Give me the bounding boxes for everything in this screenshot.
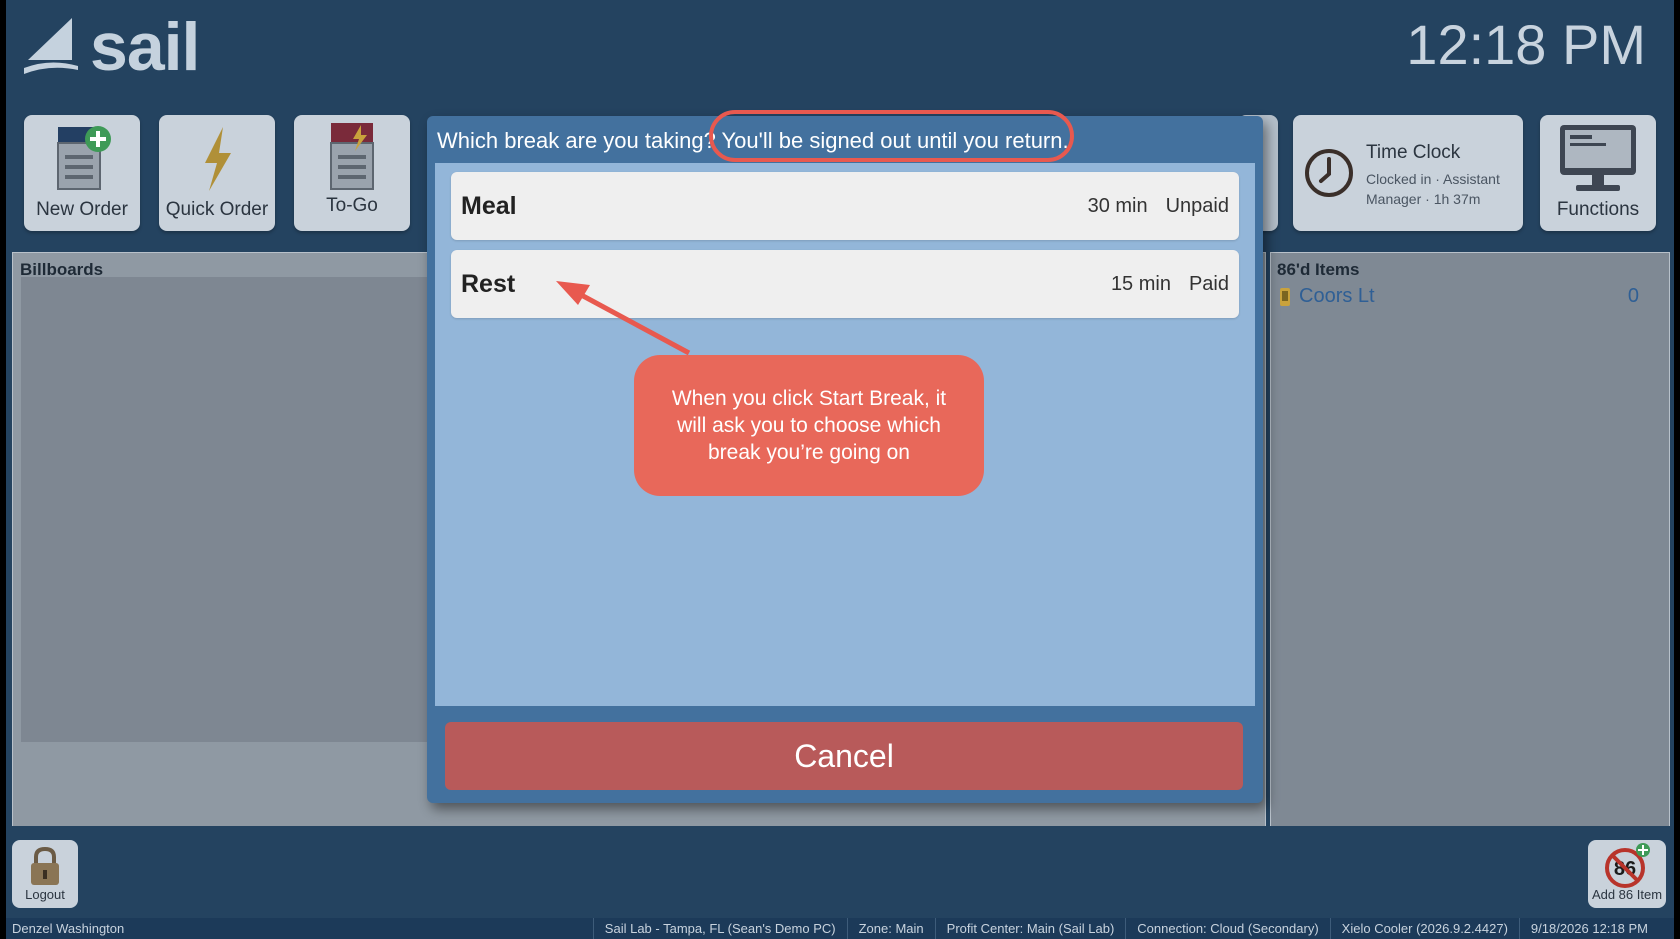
- annotation-callout: When you click Start Break, it will ask …: [634, 355, 984, 496]
- pos-screen: sail 12:18 PM New Order Quick Order To-G…: [6, 0, 1674, 939]
